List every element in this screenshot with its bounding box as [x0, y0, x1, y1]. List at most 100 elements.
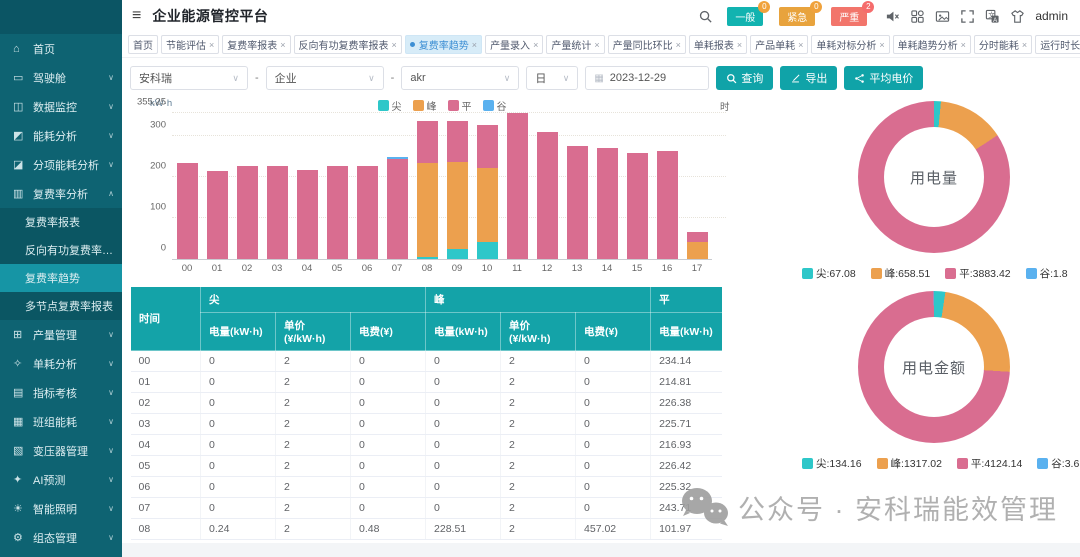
- bar-hour-11[interactable]: [507, 113, 528, 259]
- tab-output-yoy-mom[interactable]: 产量同比环比×: [608, 35, 686, 54]
- legend-item-sharp[interactable]: 尖: [378, 98, 402, 113]
- sidebar-item-tariff-trend[interactable]: 复费率趋势: [0, 264, 122, 292]
- legend-item-valley[interactable]: 谷:1.8: [1026, 266, 1068, 281]
- sidebar-item-multi-node-tariff-report[interactable]: 多节点复费率报表: [0, 292, 122, 320]
- close-tab-icon[interactable]: ×: [1022, 40, 1027, 50]
- bar-hour-05[interactable]: [327, 166, 348, 259]
- alarm-badge-critical[interactable]: 严重2: [831, 7, 867, 26]
- close-tab-icon[interactable]: ×: [533, 40, 538, 50]
- period-select[interactable]: 日 ∨: [526, 66, 578, 90]
- search-icon[interactable]: [698, 9, 713, 24]
- sidebar-item-output-mgmt[interactable]: ⊞产量管理∨: [0, 320, 122, 349]
- alarm-badge-urgent[interactable]: 紧急0: [779, 7, 815, 26]
- tab-tou-energy[interactable]: 分时能耗×: [974, 35, 1032, 54]
- export-button[interactable]: 导出: [780, 66, 837, 90]
- legend-item-peak[interactable]: 峰: [413, 98, 437, 113]
- bar-hour-02[interactable]: [237, 166, 258, 259]
- screenshot-icon[interactable]: [935, 9, 950, 24]
- legend-item-valley[interactable]: 谷:3.6: [1037, 456, 1079, 471]
- tab-unit-benchmark[interactable]: 单耗对标分析×: [811, 35, 889, 54]
- filter-separator: -: [255, 72, 259, 84]
- legend-item-peak[interactable]: 峰:1317.02: [877, 456, 942, 471]
- bar-hour-12[interactable]: [537, 132, 558, 259]
- calendar-icon: ▦: [594, 73, 603, 84]
- tab-output-entry[interactable]: 产量录入×: [485, 35, 543, 54]
- bar-hour-17[interactable]: [687, 232, 708, 259]
- sidebar-item-reverse-tariff-report[interactable]: 反向有功复费率报表: [0, 236, 122, 264]
- close-tab-icon[interactable]: ×: [209, 40, 214, 50]
- close-tab-icon[interactable]: ×: [676, 40, 681, 50]
- tab-reverse-tariff-report[interactable]: 反向有功复费率报表×: [294, 35, 402, 54]
- tab-unit-trend[interactable]: 单耗趋势分析×: [893, 35, 971, 54]
- node-select[interactable]: akr ∨: [401, 66, 519, 90]
- avg-price-button[interactable]: 平均电价: [844, 66, 923, 90]
- sidebar-item-ai-forecast[interactable]: ✦AI预测∨: [0, 465, 122, 494]
- bar-hour-09[interactable]: [447, 121, 468, 260]
- bar-hour-03[interactable]: [267, 166, 288, 259]
- bar-hour-16[interactable]: [657, 151, 678, 259]
- close-tab-icon[interactable]: ×: [280, 40, 285, 50]
- bar-hour-08[interactable]: [417, 121, 438, 259]
- sidebar-item-sub-energy-analysis[interactable]: ◪分项能耗分析∨: [0, 150, 122, 179]
- table-row: 02020020226.38: [131, 393, 723, 414]
- theme-shirt-icon[interactable]: [1010, 9, 1025, 24]
- close-tab-icon[interactable]: ×: [961, 40, 966, 50]
- apps-grid-icon[interactable]: [910, 9, 925, 24]
- sidebar-item-kpi-assessment[interactable]: ▤指标考核∨: [0, 378, 122, 407]
- sidebar-item-team-energy[interactable]: ▦班组能耗∨: [0, 407, 122, 436]
- sidebar-item-energy-analysis[interactable]: ◩能耗分析∨: [0, 121, 122, 150]
- org-select[interactable]: 安科瑞 ∨: [130, 66, 248, 90]
- legend-item-flat[interactable]: 平: [448, 98, 472, 113]
- level-select[interactable]: 企业 ∨: [266, 66, 384, 90]
- tab-tariff-report[interactable]: 复费率报表×: [222, 35, 290, 54]
- close-tab-icon[interactable]: ×: [594, 40, 599, 50]
- bar-hour-14[interactable]: [597, 148, 618, 259]
- legend-item-sharp[interactable]: 尖:134.16: [802, 456, 862, 471]
- legend-item-valley[interactable]: 谷: [483, 98, 507, 113]
- close-tab-icon[interactable]: ×: [879, 40, 884, 50]
- legend-item-peak[interactable]: 峰:658.51: [871, 266, 931, 281]
- bar-hour-13[interactable]: [567, 146, 588, 259]
- fullscreen-icon[interactable]: [960, 9, 975, 24]
- tab-energy-eval[interactable]: 节能评估×: [161, 35, 219, 54]
- tab-unit-report[interactable]: 单耗报表×: [689, 35, 747, 54]
- tab-home[interactable]: 首页: [128, 35, 158, 54]
- bar-hour-15[interactable]: [627, 153, 648, 259]
- mute-icon[interactable]: [885, 9, 900, 24]
- bar-hour-04[interactable]: [297, 170, 318, 259]
- tab-output-stats[interactable]: 产量统计×: [546, 35, 604, 54]
- bar-hour-06[interactable]: [357, 166, 378, 259]
- close-tab-icon[interactable]: ×: [472, 40, 477, 50]
- tab-tariff-trend[interactable]: 复费率趋势×: [405, 35, 482, 54]
- translate-icon[interactable]: 文A: [985, 9, 1000, 24]
- sidebar-item-tariff-report[interactable]: 复费率报表: [0, 208, 122, 236]
- table-cell: 0.24: [201, 519, 276, 540]
- legend-item-flat[interactable]: 平:3883.42: [945, 266, 1010, 281]
- close-tab-icon[interactable]: ×: [737, 40, 742, 50]
- table-cell: 0: [426, 393, 501, 414]
- bar-hour-10[interactable]: [477, 125, 498, 259]
- date-picker[interactable]: ▦ 2023-12-29: [585, 66, 709, 90]
- alarm-badge-general[interactable]: 一般0: [727, 7, 763, 26]
- legend-item-sharp[interactable]: 尖:67.08: [802, 266, 856, 281]
- bar-slot: [202, 114, 232, 259]
- sidebar-item-data-monitor[interactable]: ◫数据监控∨: [0, 92, 122, 121]
- legend-item-flat[interactable]: 平:4124.14: [957, 456, 1022, 471]
- current-user[interactable]: admin: [1035, 9, 1068, 23]
- bar-hour-07[interactable]: [387, 157, 408, 259]
- sidebar-item-cockpit[interactable]: ▭驾驶舱∨: [0, 63, 122, 92]
- sidebar-item-unit-consumption[interactable]: ✧单耗分析∨: [0, 349, 122, 378]
- close-tab-icon[interactable]: ×: [798, 40, 803, 50]
- tab-product-unit[interactable]: 产品单耗×: [750, 35, 808, 54]
- bar-hour-00[interactable]: [177, 163, 198, 259]
- sidebar-item-tariff-analysis[interactable]: ▥复费率分析∧: [0, 179, 122, 208]
- search-button[interactable]: 查询: [716, 66, 773, 90]
- sidebar-item-transformer-mgmt[interactable]: ▧变压器管理∨: [0, 436, 122, 465]
- hamburger-menu-icon[interactable]: ≡: [132, 7, 141, 25]
- sidebar-item-scada-mgmt[interactable]: ⚙组态管理∨: [0, 523, 122, 552]
- sidebar-item-home[interactable]: ⌂首页: [0, 34, 122, 63]
- bar-hour-01[interactable]: [207, 171, 228, 259]
- close-tab-icon[interactable]: ×: [392, 40, 397, 50]
- tab-runtime-stats[interactable]: 运行时长统计×: [1035, 35, 1080, 54]
- sidebar-item-smart-lighting[interactable]: ☀智能照明∨: [0, 494, 122, 523]
